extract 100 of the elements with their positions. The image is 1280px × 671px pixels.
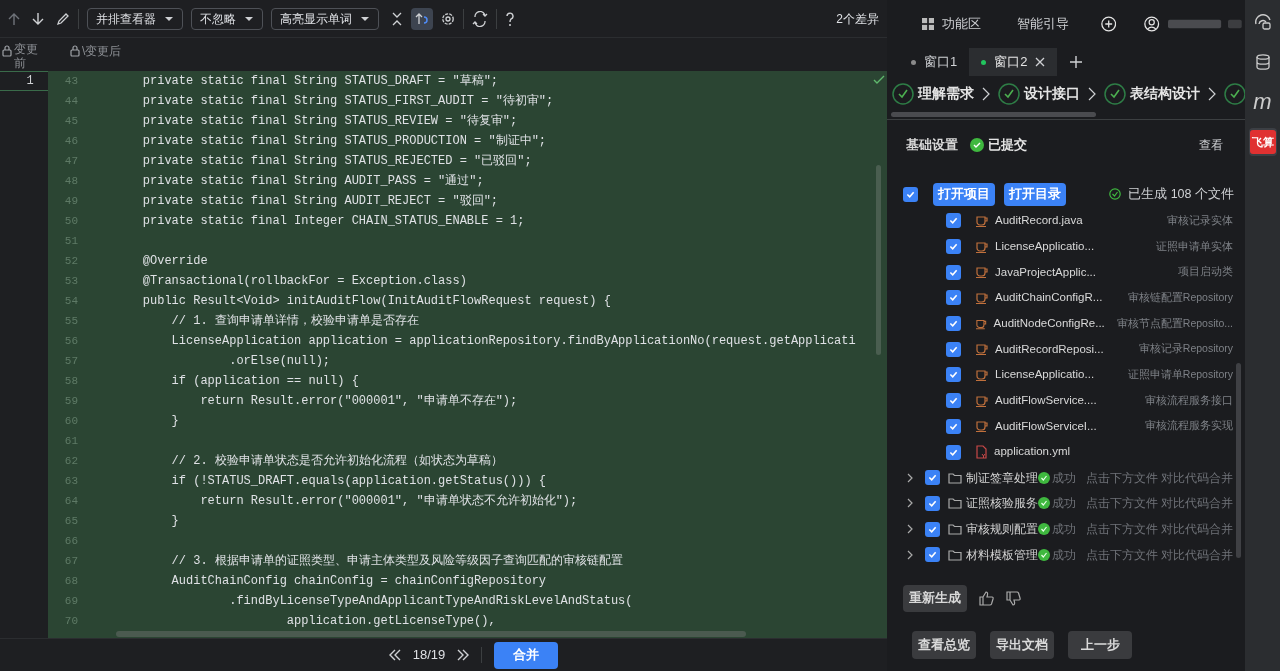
code-line: return Result.error("000001", "申请单不存在"); [199, 393, 518, 410]
double-right-icon[interactable] [457, 649, 470, 661]
code-line: } [170, 513, 179, 530]
scrollbar[interactable] [891, 112, 1096, 117]
code-line: private static final String AUDIT_REJECT = "驳回"; [141, 193, 499, 210]
pencil-icon[interactable] [56, 11, 70, 26]
code-line: private static final String STATUS_FIRST_AUDIT = "待初审"; [141, 93, 554, 110]
file-name[interactable]: AuditFlowService.... [995, 392, 1097, 410]
file-name[interactable]: AuditRecordReposi... [995, 340, 1104, 358]
file-name[interactable]: JavaProjectApplic... [995, 263, 1096, 281]
code-line: // 3. 根据申请单的证照类型、申请主体类型及风险等级因子查询匹配的审核链配置 [170, 553, 623, 570]
checkbox[interactable] [903, 186, 918, 202]
checkbox[interactable] [946, 367, 961, 383]
thumbs-down-icon[interactable] [1006, 590, 1021, 606]
file-name[interactable]: LicenseApplicatio... [995, 237, 1095, 256]
checkbox[interactable] [925, 521, 940, 537]
workspace-link[interactable]: 功能区 [942, 14, 981, 34]
checkmark-icon [927, 472, 938, 484]
cup-icon [976, 368, 988, 381]
page-counter: 18/19 [412, 646, 446, 665]
chevron-right-icon[interactable] [907, 549, 913, 560]
cup-icon [976, 343, 988, 356]
view-link[interactable]: 查看 [1199, 136, 1223, 154]
regenerate-button[interactable]: 重新生成 [903, 584, 967, 612]
file-description: 审核记录Repository [1137, 341, 1233, 357]
status-text: 已提交 [988, 136, 1027, 155]
scrollbar[interactable] [116, 631, 746, 637]
checkbox[interactable] [925, 495, 940, 511]
collapse-icon[interactable] [391, 11, 403, 26]
checkbox[interactable] [946, 290, 961, 306]
file-name[interactable]: AuditChainConfigR... [995, 289, 1103, 307]
add-tab-icon[interactable] [1069, 55, 1084, 69]
checkbox[interactable] [946, 393, 961, 409]
merge-button[interactable]: 合并 [494, 641, 559, 669]
file-name[interactable]: AuditFlowServiceI... [995, 417, 1097, 435]
checkbox[interactable] [925, 470, 940, 486]
swap-icon[interactable] [472, 10, 488, 27]
chevron-right-icon[interactable] [907, 498, 913, 509]
file-name[interactable]: AuditRecord.java [995, 212, 1083, 230]
file-name[interactable]: application.yml [994, 443, 1071, 461]
module-name[interactable]: 审核规则配置 [966, 520, 1038, 539]
window-tab[interactable]: 窗口2 [969, 48, 1058, 76]
checkbox[interactable] [946, 213, 961, 229]
checkmark-icon [948, 292, 959, 304]
add-icon[interactable] [1101, 15, 1117, 33]
double-left-icon[interactable] [388, 649, 401, 661]
window-tab[interactable]: 窗口1 [899, 48, 970, 76]
checkbox[interactable] [925, 547, 940, 563]
checkmark-icon [948, 318, 959, 330]
sidebar-button[interactable]: 飞算 [1248, 128, 1277, 156]
action-button[interactable]: 查看总览 [912, 630, 976, 659]
grid-icon[interactable] [922, 17, 934, 31]
thumbs-up-icon[interactable] [979, 590, 994, 606]
module-name[interactable]: 证照核验服务 [966, 494, 1038, 513]
settings-icon[interactable] [441, 11, 455, 26]
chevron-right-icon[interactable] [907, 472, 913, 483]
step-label[interactable]: 表结构设计 [1130, 83, 1200, 105]
success-icon [1038, 548, 1050, 561]
sidebar-button[interactable]: m [1248, 88, 1277, 116]
help-icon[interactable] [505, 10, 515, 27]
cup-icon [976, 420, 988, 433]
folder-icon [948, 548, 962, 561]
step-label[interactable]: 设计接口 [1024, 83, 1080, 105]
check-circle-icon [1109, 188, 1122, 200]
guide-link[interactable]: 智能引导 [1017, 14, 1069, 34]
code-line: private static final String STATUS_PRODUCTION = "制证中"; [141, 133, 547, 150]
checkbox[interactable] [946, 341, 961, 357]
code-line: if (!STATUS_DRAFT.equals(application.getStatus())) { [170, 473, 547, 490]
file-name[interactable]: AuditNodeConfigRe... [993, 314, 1105, 333]
action-button[interactable]: 导出文档 [990, 630, 1054, 659]
cup-icon [976, 266, 988, 279]
close-icon[interactable] [1035, 57, 1046, 67]
viewer-dropdown[interactable]: 并排查看器 [87, 7, 183, 30]
status-text: 成功 [1052, 546, 1076, 564]
checkbox[interactable] [946, 444, 961, 460]
open-button[interactable]: 打开项目 [933, 182, 995, 206]
checkbox[interactable] [946, 239, 961, 255]
checkbox[interactable] [946, 418, 961, 434]
file-name[interactable]: LicenseApplicatio... [995, 366, 1095, 384]
ignore-dropdown[interactable]: 不忽略 [191, 7, 263, 30]
module-name[interactable]: 材料模板管理 [966, 545, 1038, 564]
user-icon[interactable] [1144, 15, 1160, 33]
sync-icon [415, 11, 429, 26]
success-icon [1038, 523, 1050, 536]
highlight-dropdown[interactable]: 高亮显示单词 [271, 7, 379, 30]
action-button[interactable]: 上一步 [1068, 630, 1132, 659]
checkbox[interactable] [946, 264, 961, 280]
scrollbar[interactable] [1236, 363, 1241, 558]
sync-scroll-button[interactable] [411, 7, 433, 30]
step-label[interactable]: 理解需求 [918, 83, 974, 105]
scrollbar[interactable] [876, 165, 881, 355]
up-arrow-icon[interactable] [8, 11, 20, 26]
open-button[interactable]: 打开目录 [1004, 182, 1066, 206]
down-arrow-icon[interactable] [32, 11, 44, 26]
checkbox[interactable] [946, 316, 961, 332]
merge-hint: 点击下方文件 对比代码合并 [1085, 546, 1233, 564]
cup-icon [976, 240, 988, 253]
chevron-right-icon[interactable] [907, 524, 913, 535]
module-name[interactable]: 制证签章处理 [966, 468, 1038, 487]
caret-icon [360, 15, 370, 22]
